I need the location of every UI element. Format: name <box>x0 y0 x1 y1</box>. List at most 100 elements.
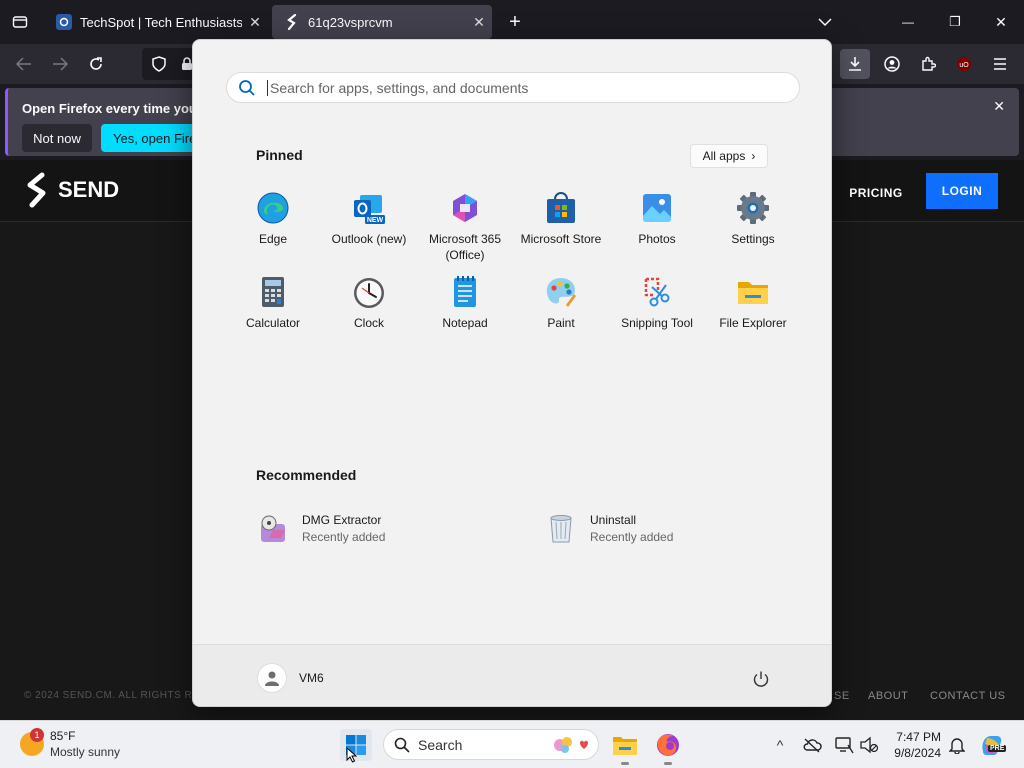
pinned-app-edge[interactable]: Edge <box>225 191 321 247</box>
search-icon <box>394 737 410 753</box>
pinned-app-outlook[interactable]: NEW Outlook (new) <box>321 191 417 247</box>
desktop-root: TechSpot | Tech Enthusiasts, Po ✕ 61q23v… <box>0 0 1024 768</box>
back-arrow-icon[interactable] <box>9 49 39 79</box>
downloads-icon[interactable] <box>840 49 870 79</box>
pinned-app-settings[interactable]: Settings <box>705 191 801 247</box>
pinned-app-microsoft-365[interactable]: Microsoft 365 (Office) <box>417 191 513 263</box>
pinned-title: Pinned <box>256 147 303 163</box>
window-minimize-button[interactable]: — <box>893 7 923 37</box>
app-label: Edge <box>258 232 288 246</box>
tab-title: TechSpot | Tech Enthusiasts, Po <box>80 14 242 30</box>
tab-send[interactable]: 61q23vsprcvm ✕ <box>272 5 492 39</box>
onedrive-icon[interactable] <box>800 733 824 757</box>
window-restore-button[interactable]: ❐ <box>940 7 970 37</box>
notification-message: Open Firefox every time you re <box>22 101 213 116</box>
copilot-icon[interactable]: PRE <box>978 733 1007 757</box>
pinned-app-clock[interactable]: Clock <box>321 275 417 331</box>
app-label: Photos <box>638 232 676 246</box>
start-button[interactable] <box>340 729 372 763</box>
app-label: Notepad <box>442 316 488 330</box>
running-indicator <box>664 762 672 765</box>
taskbar-search[interactable]: Search <box>383 729 599 760</box>
network-icon[interactable] <box>832 733 856 757</box>
taskbar: 1 85°F Mostly sunny Search ^ 7:47 PM 9/8… <box>0 720 1024 768</box>
send-favicon-icon <box>284 14 300 30</box>
file-explorer-icon <box>613 737 637 755</box>
login-button[interactable]: LOGIN <box>926 173 998 209</box>
weather-temp: 85°F <box>50 729 76 743</box>
app-label: Microsoft 365 (Office) <box>428 232 502 262</box>
notepad-icon <box>448 275 482 309</box>
tab-close-icon[interactable]: ✕ <box>242 14 268 31</box>
techspot-favicon-icon <box>56 14 72 30</box>
footer-link-about[interactable]: ABOUT <box>868 690 908 702</box>
browser-tab-bar: TechSpot | Tech Enthusiasts, Po ✕ 61q23v… <box>0 0 1024 44</box>
footer-link-contact[interactable]: CONTACT US <box>930 690 1006 702</box>
taskbar-firefox[interactable] <box>652 729 684 765</box>
tab-techspot[interactable]: TechSpot | Tech Enthusiasts, Po ✕ <box>44 5 268 39</box>
extensions-icon[interactable] <box>913 49 943 79</box>
copilot-badge: PRE <box>988 745 1007 752</box>
clock-icon <box>352 275 386 309</box>
pinned-app-notepad[interactable]: Notepad <box>417 275 513 331</box>
store-icon <box>544 191 578 225</box>
reload-icon[interactable] <box>81 49 111 79</box>
user-name: VM6 <box>299 671 324 685</box>
not-now-button[interactable]: Not now <box>22 124 92 152</box>
taskbar-clock[interactable]: 7:47 PM 9/8/2024 <box>886 729 941 761</box>
tray-overflow-chevron[interactable]: ^ <box>768 733 792 757</box>
calculator-icon <box>256 275 290 309</box>
file-explorer-icon <box>736 275 770 309</box>
settings-icon <box>736 191 770 225</box>
notification-close-icon[interactable]: ✕ <box>993 98 1005 115</box>
weather-widget[interactable]: 1 85°F Mostly sunny <box>20 728 121 759</box>
tab-title: 61q23vsprcvm <box>308 14 393 30</box>
weather-badge: 1 <box>30 728 44 742</box>
pinned-app-snipping-tool[interactable]: Snipping Tool <box>609 275 705 331</box>
pinned-app-photos[interactable]: Photos <box>609 191 705 247</box>
nav-pricing-link[interactable]: PRICING <box>836 177 916 209</box>
pinned-app-file-explorer[interactable]: File Explorer <box>705 275 801 331</box>
forward-arrow-icon[interactable] <box>45 49 75 79</box>
clock-time: 7:47 PM <box>896 730 941 744</box>
tab-close-icon[interactable]: ✕ <box>466 14 492 31</box>
recommended-subtitle: Recently added <box>302 529 386 544</box>
all-apps-button[interactable]: All apps › <box>690 144 768 168</box>
window-close-button[interactable]: ✕ <box>986 7 1016 37</box>
clock-date: 9/8/2024 <box>894 746 941 760</box>
volume-muted-icon[interactable] <box>857 733 881 757</box>
chevron-right-icon: › <box>751 149 756 163</box>
tracking-shield-icon[interactable] <box>144 49 174 79</box>
app-label: Snipping Tool <box>621 316 693 330</box>
app-label: Outlook (new) <box>331 232 407 246</box>
user-account-button[interactable]: VM6 <box>257 663 324 693</box>
account-icon[interactable] <box>877 49 907 79</box>
menu-hamburger-icon[interactable] <box>985 49 1015 79</box>
pinned-app-microsoft-store[interactable]: Microsoft Store <box>513 191 609 247</box>
pinned-app-calculator[interactable]: Calculator <box>225 275 321 331</box>
mouse-cursor-icon <box>346 747 358 763</box>
tab-list-button[interactable] <box>810 7 840 37</box>
start-search-box[interactable] <box>226 72 800 103</box>
recommended-item-dmg-extractor[interactable]: DMG Extractor Recently added <box>257 512 385 544</box>
search-icon <box>227 79 267 97</box>
notification-bell-icon[interactable] <box>945 733 969 757</box>
sun-icon: 1 <box>20 728 44 756</box>
firefox-view-icon[interactable] <box>5 7 35 37</box>
start-menu-footer: VM6 <box>193 644 831 706</box>
site-logo[interactable]: SEND <box>24 172 119 208</box>
pinned-app-paint[interactable]: Paint <box>513 275 609 331</box>
outlook-icon: NEW <box>352 191 386 225</box>
edge-icon <box>256 191 290 225</box>
weather-desc: Mostly sunny <box>50 745 121 759</box>
taskbar-file-explorer[interactable] <box>609 729 641 765</box>
new-tab-button[interactable]: + <box>500 7 530 37</box>
recommended-item-uninstall[interactable]: Uninstall Recently added <box>545 512 673 544</box>
ublock-origin-icon[interactable]: uO <box>949 49 979 79</box>
app-label: File Explorer <box>719 316 787 330</box>
start-search-input[interactable] <box>267 79 767 96</box>
power-icon <box>753 671 769 687</box>
footer-link[interactable]: SE <box>834 690 850 702</box>
power-button[interactable] <box>749 667 773 691</box>
svg-text:NEW: NEW <box>367 217 384 224</box>
